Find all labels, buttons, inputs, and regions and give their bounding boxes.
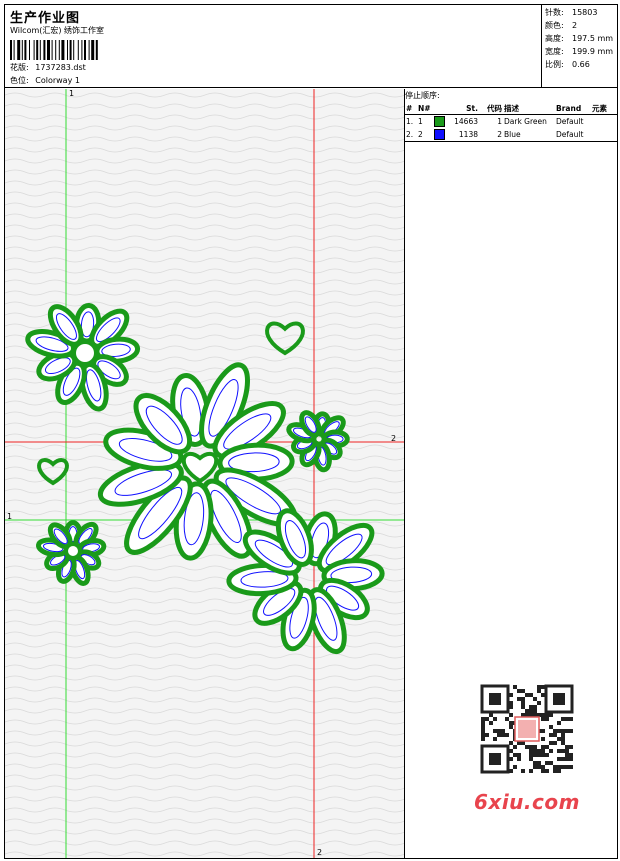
stat-scale: 比例: 0.66 [545,60,590,69]
stat-colors: 颜色: 2 [545,21,578,30]
table-row[interactable]: 1. 1 14663 1 Dark Green Default [405,115,617,129]
stat-stitches: 针数: 15803 [545,8,598,17]
table-row[interactable]: 2. 2 1138 2 Blue Default [405,128,617,141]
stop-sequence-title: 停止顺序: [405,91,440,100]
colorway-label: 色位: [10,76,29,85]
stat-height: 高度: 197.5 mm [545,34,614,43]
colorway-row: 色位: Colorway 1 [10,75,80,86]
color-swatch [434,116,445,127]
color-swatch [434,129,445,140]
design-value: 1737283.dst [35,63,86,72]
watermark-logo: 6xiu.com [474,790,580,814]
stats-panel: 针数: 15803 颜色: 2 高度: 197.5 mm 宽度: 199.9 mm 比例… [541,4,618,88]
header-panel: 生产作业图 Wilcom(汇宏) 绣饰工作室 花版: 1737283.dst 色… [4,4,618,88]
embroidery-preview [5,89,404,858]
studio-subtitle: Wilcom(汇宏) 绣饰工作室 [10,26,105,35]
design-label: 花版: [10,63,29,72]
page-title: 生产作业图 [10,11,81,26]
design-canvas[interactable]: 1 2 1 2 [5,89,405,858]
axis-label-left: 1 [7,512,13,521]
axis-label-right: 2 [391,434,397,443]
stop-sequence-table: # N# St. 代码 描述 Brand 元素 1. 1 14663 1 Dar… [405,102,617,141]
design-file-row: 花版: 1737283.dst [10,62,86,73]
stat-width: 宽度: 199.9 mm [545,47,614,56]
table-header-row: # N# St. 代码 描述 Brand 元素 [405,102,617,115]
axis-label-bottom: 2 [317,848,323,857]
axis-label-top: 1 [69,89,75,98]
qr-code-icon [470,679,584,779]
colorway-value: Colorway 1 [35,76,80,85]
barcode-icon [10,40,98,60]
legend-divider [405,141,617,142]
